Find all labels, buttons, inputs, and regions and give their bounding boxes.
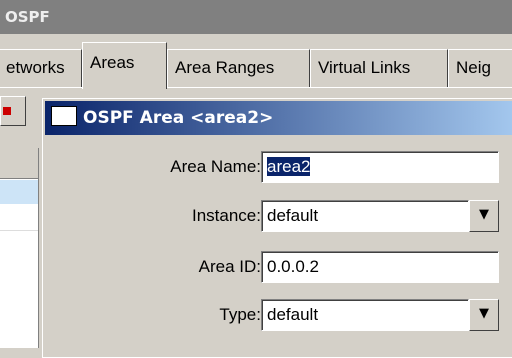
window-icon <box>51 106 77 126</box>
remove-button[interactable] <box>0 96 26 126</box>
tab-neighbors[interactable]: Neig <box>448 49 512 87</box>
tab-networks[interactable]: etworks <box>0 49 82 87</box>
window-title: OSPF <box>0 0 512 34</box>
tab-virtual-links[interactable]: Virtual Links <box>310 49 448 87</box>
area-name-value: area2 <box>267 157 311 176</box>
type-row: Type: default ▼ <box>43 299 512 331</box>
type-dropdown-button[interactable]: ▼ <box>469 299 499 331</box>
instance-row: Instance: default ▼ <box>43 200 512 232</box>
area-id-row: Area ID: 0.0.0.2 <box>43 251 512 283</box>
arrow-down-icon: ▼ <box>479 207 489 222</box>
dialog-title: OSPF Area <area2> <box>83 108 274 128</box>
area-name-label: Area Name: <box>170 157 261 176</box>
instance-label: Instance: <box>192 206 261 225</box>
tab-area-ranges[interactable]: Area Ranges <box>167 49 310 87</box>
type-select[interactable]: default <box>261 299 469 331</box>
tab-strip: etworks Areas Area Ranges Virtual Links … <box>0 34 512 89</box>
ospf-area-dialog: OSPF Area <area2> Area Name: area2 Insta… <box>42 98 512 358</box>
instance-dropdown-button[interactable]: ▼ <box>469 200 499 232</box>
instance-select[interactable]: default <box>261 200 469 232</box>
tab-areas[interactable]: Areas <box>82 42 167 89</box>
remove-icon <box>3 107 11 115</box>
tab-baseline <box>0 87 512 88</box>
list-row-selected[interactable] <box>0 180 38 204</box>
arrow-down-icon: ▼ <box>479 306 489 321</box>
areas-list <box>0 148 39 348</box>
dialog-title-bar[interactable]: OSPF Area <area2> <box>45 101 512 135</box>
area-id-label: Area ID: <box>198 257 261 276</box>
left-pane <box>0 88 40 348</box>
area-id-input[interactable]: 0.0.0.2 <box>261 251 499 283</box>
area-name-input[interactable]: area2 <box>261 151 499 183</box>
area-name-row: Area Name: area2 <box>43 151 512 183</box>
type-label: Type: <box>219 305 261 324</box>
list-header[interactable] <box>0 148 38 179</box>
list-row[interactable] <box>0 206 38 231</box>
